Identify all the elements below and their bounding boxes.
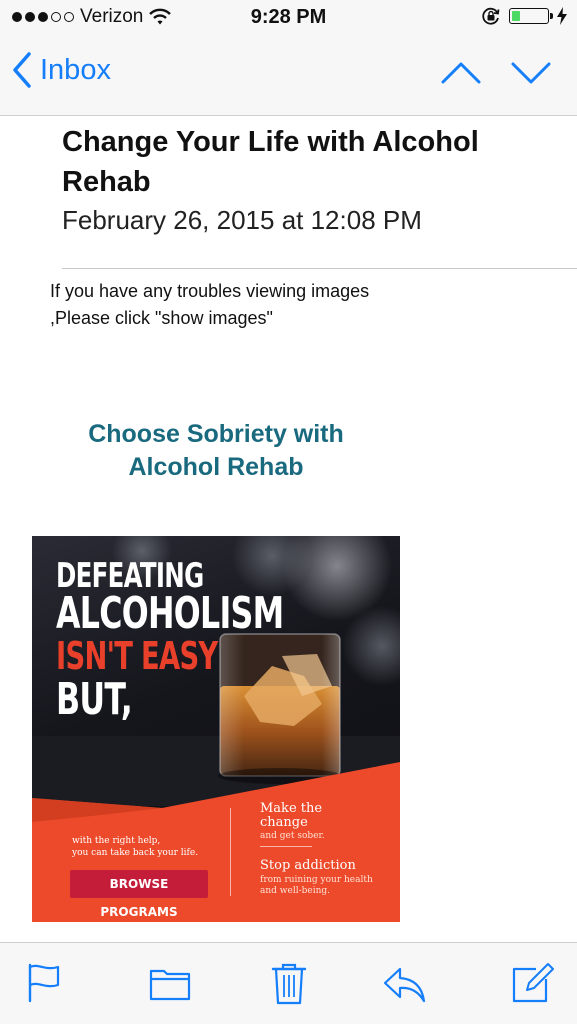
browse-programs-button[interactable]: BROWSE PROGRAMS xyxy=(70,870,208,919)
ad-right-title-1a: Make the xyxy=(260,801,323,816)
status-bar: Verizon 9:28 PM xyxy=(0,0,577,38)
email-headline: Choose Sobriety with Alcohol Rehab xyxy=(32,418,400,484)
trash-icon[interactable] xyxy=(267,961,311,1005)
headline-line-1: Choose Sobriety with xyxy=(88,420,344,448)
charging-bolt-icon xyxy=(557,7,567,25)
back-label: Inbox xyxy=(40,53,111,86)
email-date: February 26, 2015 at 12:08 PM xyxy=(62,205,422,235)
status-right xyxy=(481,6,567,26)
ad-tagline-line-1: with the right help, xyxy=(72,836,161,846)
ad-horizontal-divider xyxy=(260,846,312,847)
back-to-inbox-button[interactable]: Inbox xyxy=(12,52,111,88)
battery-level xyxy=(512,11,521,21)
ad-right-title-1b: change xyxy=(260,815,308,830)
ad-right-sub-2b: and well-being. xyxy=(260,886,330,896)
nav-bar: Inbox xyxy=(0,38,577,116)
headline-line-2: Alcohol Rehab xyxy=(128,453,304,481)
ad-text-line-4: BUT, xyxy=(56,674,133,725)
chevron-left-icon xyxy=(13,52,31,88)
reply-icon[interactable] xyxy=(382,961,426,1005)
previous-message-chevron-up-icon[interactable] xyxy=(441,60,481,86)
rotation-lock-icon xyxy=(482,7,500,25)
ad-tagline-line-2: you can take back your life. xyxy=(72,848,199,858)
ad-text-line-2: ALCOHOLISM xyxy=(56,588,284,639)
ad-text-line-3: ISN'T EASY xyxy=(56,634,218,678)
header-divider xyxy=(62,268,577,269)
ad-right-sub-1: and get sober. xyxy=(260,831,325,841)
ad-right-sub-2a: from ruining your health xyxy=(260,875,373,885)
ad-banner-image[interactable]: DEFEATING ALCOHOLISM ISN'T EASY BUT, wit… xyxy=(32,536,400,922)
flag-icon[interactable] xyxy=(22,961,66,1005)
folder-icon[interactable] xyxy=(148,961,192,1005)
bottom-toolbar xyxy=(0,942,577,1024)
show-images-notice: If you have any troubles viewing images … xyxy=(50,281,370,328)
ad-right-title-2: Stop addiction xyxy=(260,858,356,873)
email-subject: Change Your Life with Alcohol Rehab xyxy=(62,126,479,198)
compose-icon[interactable] xyxy=(510,961,554,1005)
ad-tagline: with the right help, you can take back y… xyxy=(72,835,198,859)
message-navigation xyxy=(441,60,551,86)
battery-icon xyxy=(509,8,553,24)
next-message-chevron-down-icon[interactable] xyxy=(511,60,551,86)
ad-vertical-divider xyxy=(230,808,231,896)
